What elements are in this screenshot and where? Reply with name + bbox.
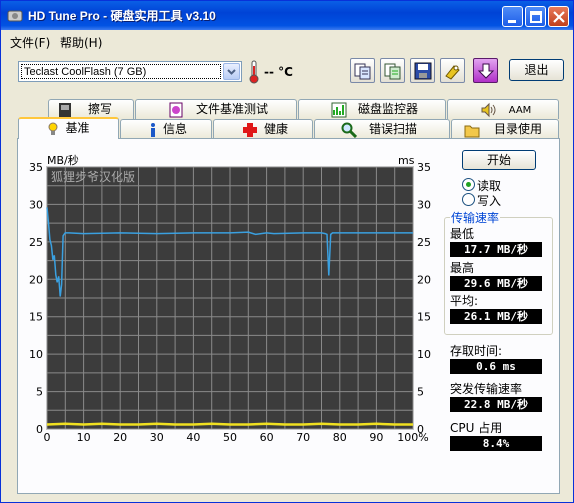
magnifier-icon: [341, 122, 357, 138]
disk-monitor-icon: [331, 102, 347, 118]
tab-erase[interactable]: 擦写: [48, 99, 134, 119]
tab-label: 目录使用: [493, 122, 542, 136]
access-time-label: 存取时间:: [450, 344, 503, 358]
tab-label: AAM: [508, 105, 532, 116]
tab-aam[interactable]: AAM: [447, 99, 559, 119]
thermometer-icon: [249, 60, 259, 84]
drive-select-value: Teclast CoolFlash (7 GB): [21, 64, 221, 79]
tab-label: 磁盘监控器: [357, 102, 418, 116]
info-icon: [151, 123, 155, 137]
max-label: 最高: [450, 261, 475, 275]
options-button[interactable]: [440, 58, 465, 83]
temperature-readout: -- °C: [264, 65, 293, 79]
speaker-icon: [481, 102, 496, 118]
min-value: 17.7 MB/秒: [450, 242, 542, 257]
avg-label: 平均:: [450, 294, 479, 308]
tab-label: 擦写: [87, 102, 112, 116]
tab-error-scan[interactable]: 错误扫描: [314, 119, 450, 139]
copy-info-button[interactable]: [350, 58, 375, 83]
chevron-down-icon: [227, 69, 236, 75]
window-title: HD Tune Pro - 硬盘实用工具 v3.10: [28, 9, 216, 23]
radio-selected-dot: [466, 182, 471, 187]
menu-help[interactable]: 帮助(H): [60, 34, 102, 51]
transfer-rate-group-title: 传输速率: [450, 209, 501, 226]
menu-bar: 文件(F) 帮助(H): [2, 31, 573, 51]
app-window: HD Tune Pro - 硬盘实用工具 v3.10 文件(F) 帮助(H) T…: [0, 0, 574, 503]
read-radio[interactable]: [462, 178, 475, 191]
benchmark-icon: [48, 122, 58, 135]
write-radio[interactable]: [462, 193, 475, 206]
file-benchmark-icon: [169, 102, 183, 118]
close-icon: [553, 11, 565, 23]
cpu-usage-label: CPU 占用: [450, 421, 503, 435]
tab-label: 健康: [263, 122, 288, 136]
download-button[interactable]: [473, 58, 498, 83]
options-icon: [445, 65, 460, 80]
copy-screen-button[interactable]: [380, 58, 405, 83]
maximize-icon: [530, 11, 542, 23]
tab-label: 基准: [65, 121, 90, 135]
tab-label: 信息: [162, 122, 187, 136]
maximize-button[interactable]: [525, 6, 546, 27]
start-button[interactable]: 开始: [462, 150, 536, 170]
exit-button[interactable]: 退出: [509, 59, 564, 81]
download-icon: [477, 63, 495, 79]
tab-label: 文件基准测试: [195, 102, 268, 116]
cpu-usage-value: 8.4%: [450, 436, 542, 451]
app-icon: [7, 10, 23, 22]
menu-file[interactable]: 文件(F): [10, 34, 50, 51]
max-value: 29.6 MB/秒: [450, 276, 542, 291]
toolbar: Teclast CoolFlash (7 GB) -- °C 退出: [2, 52, 573, 92]
dropdown-arrow-button[interactable]: [223, 63, 240, 80]
min-label: 最低: [450, 227, 475, 241]
erase-icon: [59, 103, 71, 117]
tab-disk-monitor[interactable]: 磁盘监控器: [298, 99, 446, 119]
burst-rate-value: 22.8 MB/秒: [450, 397, 542, 412]
tab-benchmark[interactable]: 基准: [18, 117, 119, 139]
avg-value: 26.1 MB/秒: [450, 309, 542, 324]
copy-screen-icon: [384, 63, 401, 80]
tab-info[interactable]: 信息: [120, 119, 212, 139]
title-bar[interactable]: HD Tune Pro - 硬盘实用工具 v3.10: [1, 1, 573, 30]
drive-select[interactable]: Teclast CoolFlash (7 GB): [18, 61, 242, 82]
save-button[interactable]: [410, 58, 435, 83]
folder-icon: [464, 125, 480, 138]
access-time-value: 0.6 ms: [450, 359, 542, 374]
burst-rate-label: 突发传输速率: [450, 382, 523, 396]
write-radio-label: 写入: [477, 194, 502, 208]
close-button[interactable]: [548, 6, 569, 27]
health-cross-icon: [243, 123, 257, 137]
tab-folder-usage[interactable]: 目录使用: [451, 119, 559, 139]
tab-file-benchmark[interactable]: 文件基准测试: [135, 99, 297, 119]
tab-health[interactable]: 健康: [213, 119, 313, 139]
minimize-button[interactable]: [502, 6, 523, 27]
tab-label: 错误扫描: [368, 122, 417, 136]
copy-info-icon: [354, 63, 371, 80]
minimize-icon: [508, 20, 516, 23]
save-icon: [414, 62, 432, 80]
